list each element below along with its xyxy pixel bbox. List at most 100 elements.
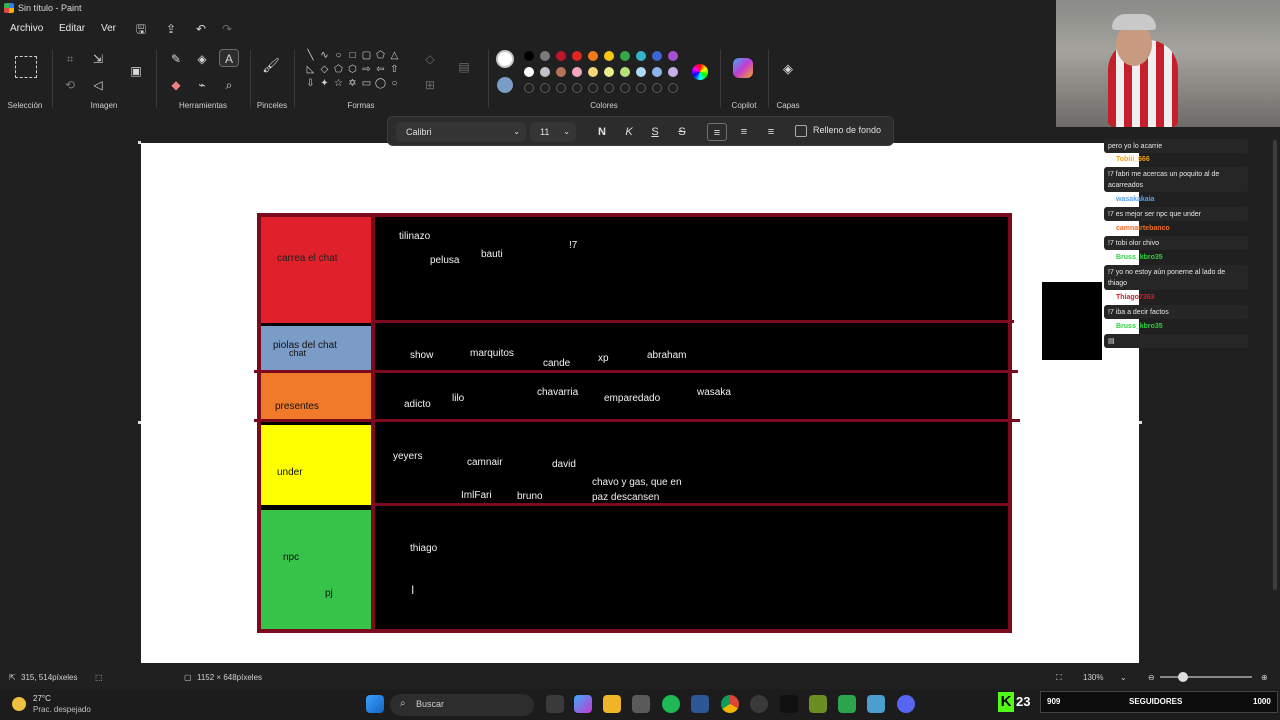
cloud-callout-shape-icon[interactable]: ○	[388, 78, 401, 90]
italic-button[interactable]: K	[619, 123, 639, 141]
color-swatch[interactable]	[556, 51, 566, 61]
custom-color-slot[interactable]	[604, 83, 614, 93]
custom-color-slot[interactable]	[652, 83, 662, 93]
color-swatch[interactable]	[652, 67, 662, 77]
color-swatch[interactable]	[524, 67, 534, 77]
shape-fill-icon[interactable]: ▤	[454, 58, 474, 76]
custom-color-slot[interactable]	[668, 83, 678, 93]
color-picker-icon[interactable]: ⌁	[192, 76, 212, 94]
bold-button[interactable]: N	[592, 123, 612, 141]
right-triangle-shape-icon[interactable]: ◺	[304, 64, 317, 76]
weather-icon[interactable]	[12, 697, 26, 711]
flip-icon[interactable]: ◁	[88, 76, 108, 94]
color-swatch[interactable]	[620, 51, 630, 61]
fit-to-window-icon[interactable]: ⛶	[1056, 673, 1062, 683]
zoom-in-icon[interactable]: ⊕	[1261, 673, 1268, 682]
right-arrow-shape-icon[interactable]: ⇨	[360, 64, 373, 76]
capcut-icon[interactable]	[780, 695, 798, 713]
primary-color-swatch[interactable]	[496, 50, 514, 68]
callout-shape-icon[interactable]: ▭	[360, 78, 373, 90]
app-icon[interactable]	[838, 695, 856, 713]
text-tool-icon[interactable]: A	[219, 49, 239, 67]
file-explorer-icon[interactable]	[603, 695, 621, 713]
color-swatch[interactable]	[588, 67, 598, 77]
color-swatch[interactable]	[556, 67, 566, 77]
select-rectangle-icon[interactable]	[15, 56, 37, 78]
five-point-star-shape-icon[interactable]: ☆	[332, 78, 345, 90]
color-swatch[interactable]	[604, 51, 614, 61]
align-left-icon[interactable]: ≡	[707, 123, 727, 141]
custom-color-slot[interactable]	[524, 83, 534, 93]
edit-colors-icon[interactable]	[692, 64, 708, 80]
color-swatch[interactable]	[636, 67, 646, 77]
app-icon[interactable]	[691, 695, 709, 713]
magnifier-icon[interactable]: ⌕	[219, 76, 239, 94]
outline-icon[interactable]: ◇	[420, 50, 440, 68]
vertical-scrollbar[interactable]	[1273, 140, 1277, 590]
strikethrough-button[interactable]: S	[672, 123, 692, 141]
redo-icon[interactable]: ↷	[219, 21, 235, 37]
pentagon-shape-icon[interactable]: ⬠	[332, 64, 345, 76]
menu-file[interactable]: Archivo	[10, 23, 43, 34]
diamond-shape-icon[interactable]: ◇	[318, 64, 331, 76]
color-swatch[interactable]	[588, 51, 598, 61]
color-swatch[interactable]	[652, 51, 662, 61]
fill-icon[interactable]: ◈	[192, 50, 212, 68]
obs-icon[interactable]	[750, 695, 768, 713]
color-swatch[interactable]	[540, 67, 550, 77]
copilot-taskbar-icon[interactable]	[574, 695, 592, 713]
copilot-icon[interactable]	[733, 58, 753, 78]
undo-icon[interactable]: ↶	[193, 21, 209, 37]
custom-color-slot[interactable]	[588, 83, 598, 93]
align-center-icon[interactable]: ≡	[734, 123, 754, 141]
color-swatch[interactable]	[524, 51, 534, 61]
paint-taskbar-icon[interactable]	[867, 695, 885, 713]
resize-icon[interactable]: ⇲	[88, 50, 108, 68]
four-point-star-shape-icon[interactable]: ✦	[318, 78, 331, 90]
shape-options-icon[interactable]: ⊞	[420, 76, 440, 94]
color-swatch[interactable]	[636, 51, 646, 61]
share-icon[interactable]: ⇪	[163, 21, 179, 37]
menu-edit[interactable]: Editar	[59, 23, 85, 34]
discord-icon[interactable]	[897, 695, 915, 713]
rounded-rectangle-shape-icon[interactable]: ▢	[360, 50, 373, 62]
color-swatch[interactable]	[604, 67, 614, 77]
color-swatch[interactable]	[572, 67, 582, 77]
pencil-icon[interactable]: ✎	[166, 50, 186, 68]
crop-icon[interactable]: ⌗	[60, 50, 80, 68]
custom-color-slot[interactable]	[620, 83, 630, 93]
custom-color-slot[interactable]	[556, 83, 566, 93]
app-icon[interactable]	[632, 695, 650, 713]
menu-view[interactable]: Ver	[101, 23, 116, 34]
font-family-dropdown[interactable]: Calibri ⌄	[396, 122, 526, 142]
font-size-dropdown[interactable]: 11 ⌄	[530, 122, 576, 142]
line-shape-icon[interactable]: ╲	[304, 50, 317, 62]
custom-color-slot[interactable]	[572, 83, 582, 93]
custom-color-slot[interactable]	[540, 83, 550, 93]
color-swatch[interactable]	[620, 67, 630, 77]
triangle-shape-icon[interactable]: △	[388, 50, 401, 62]
layers-icon[interactable]: ◈	[778, 60, 798, 78]
align-right-icon[interactable]: ≡	[761, 123, 781, 141]
color-swatch[interactable]	[540, 51, 550, 61]
six-point-star-shape-icon[interactable]: ✡	[346, 78, 359, 90]
minecraft-icon[interactable]	[809, 695, 827, 713]
save-icon[interactable]: 🖫	[133, 21, 149, 37]
polygon-shape-icon[interactable]: ⬠	[374, 50, 387, 62]
color-swatch[interactable]	[668, 67, 678, 77]
underline-button[interactable]: S	[645, 123, 665, 141]
oval-shape-icon[interactable]: ○	[332, 50, 345, 62]
curve-shape-icon[interactable]: ∿	[318, 50, 331, 62]
color-swatch[interactable]	[572, 51, 582, 61]
rotate-icon[interactable]: ⟲	[60, 76, 80, 94]
zoom-level[interactable]: 130%	[1083, 673, 1103, 682]
task-view-icon[interactable]	[546, 695, 564, 713]
hexagon-shape-icon[interactable]: ⬡	[346, 64, 359, 76]
chrome-icon[interactable]	[721, 695, 739, 713]
fill-background-checkbox[interactable]	[795, 125, 807, 137]
canvas-resize-handle[interactable]	[1139, 421, 1142, 424]
up-arrow-shape-icon[interactable]: ⇧	[388, 64, 401, 76]
brush-icon[interactable]: 🖌	[261, 56, 281, 74]
zoom-out-icon[interactable]: ⊖	[1148, 673, 1155, 682]
custom-color-slot[interactable]	[636, 83, 646, 93]
